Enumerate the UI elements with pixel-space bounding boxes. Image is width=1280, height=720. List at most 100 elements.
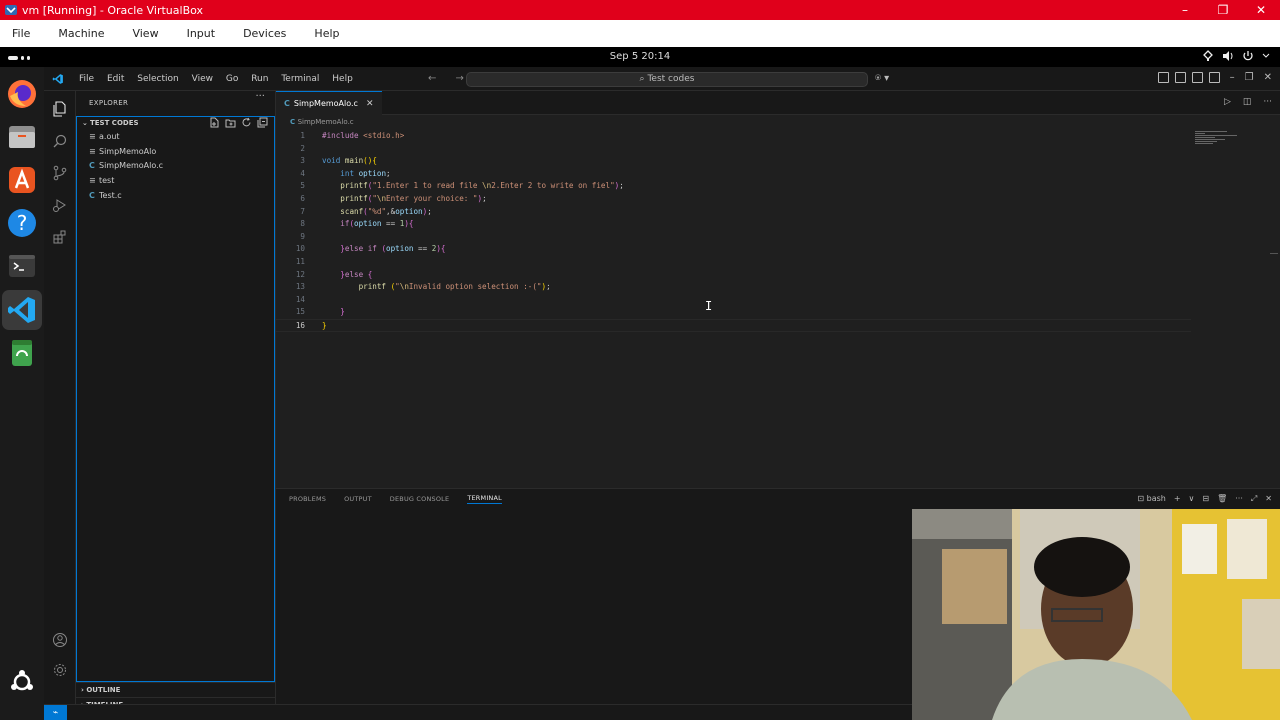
code-line[interactable]: 11 (276, 256, 1280, 269)
code-editor[interactable]: 1 #include <stdio.h> 2 3 void main(){4 int o… (276, 130, 1280, 332)
menu-input[interactable]: Input (173, 27, 229, 40)
split-terminal-button[interactable]: ⊟ (1202, 494, 1209, 504)
clock[interactable]: Sep 5 20:14 (0, 51, 1280, 62)
terminal-shell-label[interactable]: ⊡ bash (1137, 494, 1165, 504)
run-file-icon[interactable]: ▷ (1224, 97, 1231, 107)
source-control-icon[interactable] (52, 165, 68, 181)
help-icon[interactable]: ? (6, 207, 38, 239)
window-minimize-button[interactable]: – (1230, 72, 1235, 83)
app-center-icon[interactable] (6, 164, 38, 196)
power-icon[interactable] (1242, 50, 1254, 62)
terminal-dropdown-button[interactable]: ∨ (1189, 494, 1195, 504)
code-line[interactable]: 5 printf("1.Enter 1 to read file \n2.Ent… (276, 180, 1280, 193)
code-token: scanf (340, 206, 364, 216)
code-line[interactable]: 10 }else if (option == 2){ (276, 243, 1280, 256)
menu-view[interactable]: View (118, 27, 172, 40)
outline-section[interactable]: › OUTLINE (76, 682, 276, 697)
code-line[interactable]: 12 }else { (276, 269, 1280, 282)
tab-problems[interactable]: PROBLEMS (289, 495, 326, 503)
refresh-icon[interactable] (241, 117, 252, 128)
vscode-menu-terminal[interactable]: Terminal (276, 74, 324, 84)
menu-help[interactable]: Help (300, 27, 353, 40)
close-panel-button[interactable]: ✕ (1265, 494, 1272, 504)
toggle-primary-sidebar-icon[interactable] (1174, 72, 1186, 83)
files-icon[interactable] (6, 121, 38, 153)
collapse-all-icon[interactable] (257, 117, 268, 128)
window-close-button[interactable]: ✕ (1264, 72, 1272, 83)
toggle-secondary-sidebar-icon[interactable] (1208, 72, 1220, 83)
copilot-icon[interactable]: ⍟ ▾ (875, 73, 889, 84)
extensions-icon[interactable] (52, 229, 68, 245)
vscode-menu-file[interactable]: File (74, 74, 99, 84)
new-terminal-button[interactable]: + (1174, 494, 1181, 504)
code-line[interactable]: 2 (276, 143, 1280, 156)
menu-machine[interactable]: Machine (44, 27, 118, 40)
code-line[interactable]: 4 int option; (276, 168, 1280, 181)
code-line[interactable]: 13 printf ("\nInvalid option selection :… (276, 281, 1280, 294)
menu-devices[interactable]: Devices (229, 27, 300, 40)
split-editor-icon[interactable]: ◫ (1243, 97, 1252, 107)
close-button[interactable]: ✕ (1242, 0, 1280, 20)
binary-file-icon: ≡ (89, 176, 96, 186)
code-line[interactable]: 8 if(option == 1){ (276, 218, 1280, 231)
explorer-icon[interactable] (52, 101, 68, 117)
vscode-menu-edit[interactable]: Edit (102, 74, 129, 84)
tab-close-icon[interactable]: ✕ (366, 99, 374, 109)
code-line[interactable]: 6 printf("\nEnter your choice: "); (276, 193, 1280, 206)
firefox-icon[interactable] (6, 78, 38, 110)
code-line[interactable]: 15 } (276, 306, 1280, 319)
line-number: 8 (300, 219, 305, 229)
new-file-icon[interactable] (209, 117, 220, 128)
vscode-menu-run[interactable]: Run (246, 74, 273, 84)
code-line[interactable]: 14 (276, 294, 1280, 307)
panel-more-button[interactable]: ··· (1235, 494, 1243, 504)
run-debug-icon[interactable] (52, 197, 68, 213)
kill-terminal-button[interactable]: 🗑 (1217, 494, 1227, 504)
minimap[interactable] (1195, 131, 1243, 151)
explorer-sidebar: EXPLORER ··· ⌄ TEST CODES ≡ a.out ≡ SimpMem… (76, 91, 276, 709)
maximize-panel-button[interactable]: ⤢ (1251, 494, 1257, 504)
tab-debug-console[interactable]: DEBUG CONSOLE (390, 495, 450, 503)
trash-icon[interactable] (6, 336, 38, 368)
menu-file[interactable]: File (0, 27, 44, 40)
file-item-test-c[interactable]: C Test.c (77, 189, 274, 204)
remote-indicator-icon[interactable]: ⌁ (44, 705, 67, 720)
tab-output[interactable]: OUTPUT (344, 495, 372, 503)
code-line[interactable]: 7 scanf("%d",&option); (276, 206, 1280, 219)
vscode-dock-item[interactable] (2, 290, 42, 330)
vscode-menu-view[interactable]: View (187, 74, 218, 84)
chevron-down-icon[interactable] (1262, 50, 1270, 62)
code-line[interactable]: 1 #include <stdio.h> (276, 130, 1280, 143)
tab-terminal[interactable]: TERMINAL (467, 494, 502, 504)
search-icon[interactable] (52, 133, 68, 149)
vscode-menu-go[interactable]: Go (221, 74, 243, 84)
network-icon[interactable] (1202, 50, 1214, 62)
code-line[interactable]: 3 void main(){ (276, 155, 1280, 168)
new-folder-icon[interactable] (225, 117, 236, 128)
code-token: ; (427, 206, 432, 216)
maximize-button[interactable]: ❐ (1204, 0, 1242, 20)
window-restore-button[interactable]: ❐ (1245, 72, 1254, 83)
file-item-simpmemoalo[interactable]: ≡ SimpMemoAlo (77, 145, 274, 160)
file-item-test[interactable]: ≡ test (77, 174, 274, 189)
minimize-button[interactable]: – (1166, 0, 1204, 20)
vscode-menu-selection[interactable]: Selection (132, 74, 183, 84)
show-apps-icon[interactable] (6, 666, 38, 698)
terminal-icon[interactable] (6, 250, 38, 282)
command-center-search[interactable]: ⌕ Test codes (466, 72, 868, 87)
code-token: "%d" (367, 206, 387, 216)
volume-icon[interactable] (1222, 50, 1234, 62)
file-item-simpmemoalo-c[interactable]: C SimpMemoAlo.c (77, 159, 274, 174)
accounts-icon[interactable] (52, 632, 68, 648)
vscode-menu-help[interactable]: Help (327, 74, 358, 84)
file-item-a-out[interactable]: ≡ a.out (77, 130, 274, 145)
tab-simpmemoalo-c[interactable]: C SimpMemoAlo.c ✕ (276, 91, 382, 115)
settings-gear-icon[interactable] (52, 662, 68, 678)
code-line[interactable]: 9 (276, 231, 1280, 244)
code-line[interactable]: 16} (276, 319, 1191, 332)
toggle-panel-icon[interactable] (1191, 72, 1203, 83)
customize-layout-icon[interactable] (1157, 72, 1169, 83)
more-actions-icon[interactable]: ··· (1263, 97, 1272, 107)
breadcrumb[interactable]: C SimpMemoAlo.c (276, 115, 1280, 129)
explorer-more-button[interactable]: ··· (255, 91, 265, 102)
